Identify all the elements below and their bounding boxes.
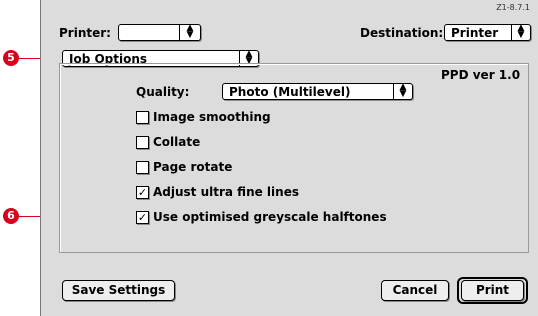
ppd-version: PPD ver 1.0 <box>441 68 521 82</box>
print-dialog: Z1-8.7.1 Printer: ▲ ▼ Destination: Printe… <box>40 0 538 316</box>
collate-checkbox[interactable] <box>136 136 149 149</box>
destination-value: Printer <box>451 26 499 40</box>
image-smoothing-checkbox[interactable] <box>136 111 149 124</box>
destination-popup[interactable]: Printer ▲ ▼ <box>444 24 531 41</box>
popup-arrows-icon: ▲ ▼ <box>186 23 194 40</box>
optimised-greyscale-halftones-label: Use optimised greyscale halftones <box>153 210 387 224</box>
popup-arrows-icon: ▲ ▼ <box>517 23 525 40</box>
printer-popup[interactable]: ▲ ▼ <box>118 24 201 41</box>
quality-popup[interactable]: Photo (Multilevel) ▲ ▼ <box>222 83 413 100</box>
cancel-button[interactable]: Cancel <box>381 280 449 301</box>
print-button[interactable]: Print <box>461 280 524 301</box>
image-smoothing-label: Image smoothing <box>153 110 271 124</box>
quality-label: Quality: <box>136 85 190 99</box>
popup-arrows-icon: ▲ ▼ <box>399 82 407 99</box>
callout-6: 6 <box>3 208 19 224</box>
save-settings-button[interactable]: Save Settings <box>62 280 175 301</box>
destination-label: Destination: <box>360 26 444 40</box>
collate-label: Collate <box>153 135 201 149</box>
reference-code: Z1-8.7.1 <box>496 3 530 12</box>
page-rotate-checkbox[interactable] <box>136 161 149 174</box>
adjust-ultra-fine-lines-label: Adjust ultra fine lines <box>153 185 299 199</box>
printer-label: Printer: <box>59 26 111 40</box>
job-options-panel: PPD ver 1.0 Quality: Photo (Multilevel) … <box>59 63 529 253</box>
quality-value: Photo (Multilevel) <box>229 85 351 99</box>
optimised-greyscale-halftones-checkbox[interactable]: ✓ <box>136 211 149 224</box>
adjust-ultra-fine-lines-checkbox[interactable]: ✓ <box>136 186 149 199</box>
page-rotate-label: Page rotate <box>153 160 233 174</box>
callout-5: 5 <box>3 50 19 66</box>
